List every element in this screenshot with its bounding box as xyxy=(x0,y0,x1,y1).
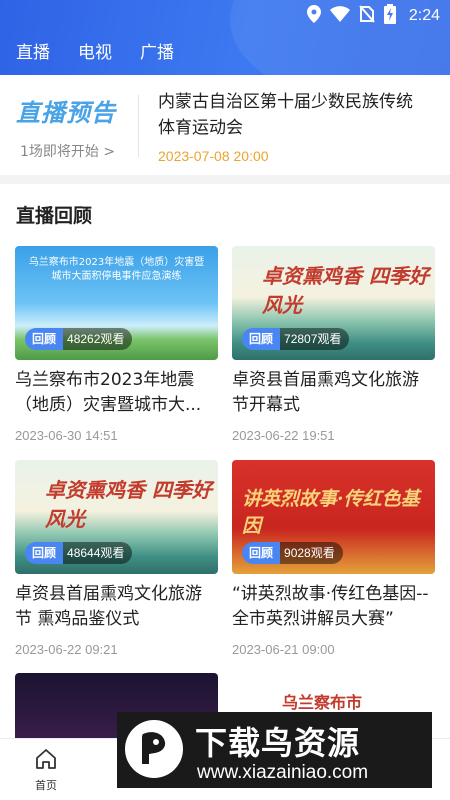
watermark-title: 下载鸟资源 xyxy=(195,724,361,762)
view-count: 48644观看 xyxy=(63,542,133,564)
live-preview-logo: 直播预告 xyxy=(16,98,116,127)
view-count: 72807观看 xyxy=(280,328,350,350)
replay-tag: 回顾 xyxy=(242,542,281,564)
section-gap xyxy=(0,175,450,184)
wifi-icon xyxy=(329,6,350,26)
replay-tag: 回顾 xyxy=(242,328,281,350)
thumbnail-calligraphy: 卓资熏鸡香 四季好风光 xyxy=(262,264,429,317)
preview-event-time: 2023-07-08 20:00 xyxy=(158,148,269,164)
preview-event-title[interactable]: 内蒙古自治区第十届少数民族传统体育运动会 xyxy=(158,89,428,141)
replay-card[interactable]: 卓资熏鸡香 四季好风光 回顾 48644观看 卓资县首届熏鸡文化旅游节 熏鸡品鉴… xyxy=(15,460,218,657)
watermark-overlay: 下载鸟资源 www.xiazainiao.com xyxy=(117,712,432,788)
thumbnail-calligraphy: 卓资熏鸡香 四季好风光 xyxy=(45,478,212,531)
view-count: 9028观看 xyxy=(280,542,343,564)
tab-home[interactable]: 首页 xyxy=(24,747,68,793)
preview-divider xyxy=(138,95,139,157)
views-badge: 回顾 9028观看 xyxy=(242,542,343,564)
views-badge: 回顾 72807观看 xyxy=(242,328,350,350)
no-sim-icon xyxy=(359,5,375,27)
replay-thumbnail[interactable]: 讲英烈故事·传红色基因 回顾 9028观看 xyxy=(232,460,435,574)
location-icon xyxy=(306,5,321,27)
replay-card[interactable]: 讲英烈故事·传红色基因 回顾 9028观看 “讲英烈故事·传红色基因--全市英烈… xyxy=(232,460,435,657)
view-count: 48262观看 xyxy=(63,328,133,350)
upcoming-count-link[interactable]: 1场即将开始 > xyxy=(20,141,115,161)
replay-date: 2023-06-21 09:00 xyxy=(232,642,335,657)
top-nav: 直播 电视 广播 xyxy=(16,38,174,63)
bird-logo-icon xyxy=(125,720,183,778)
tab-live[interactable]: 直播 xyxy=(16,38,50,63)
replay-card[interactable]: 卓资熏鸡香 四季好风光 回顾 72807观看 卓资县首届熏鸡文化旅游节开幕式 2… xyxy=(232,246,435,443)
home-icon xyxy=(34,749,58,775)
replay-tag: 回顾 xyxy=(25,542,64,564)
replay-title[interactable]: “讲英烈故事·传红色基因--全市英烈讲解员大赛” xyxy=(232,582,435,632)
status-time: 2:24 xyxy=(408,7,440,24)
replay-date: 2023-06-22 09:21 xyxy=(15,642,118,657)
tab-home-label: 首页 xyxy=(35,779,57,792)
thumbnail-text: 乌兰察布市 xyxy=(282,693,363,712)
views-badge: 回顾 48262观看 xyxy=(25,328,133,350)
thumbnail-text: 乌兰察布市2023年地震（地质）灾害暨城市大面积停电事件应急演练 xyxy=(28,257,205,282)
replay-title[interactable]: 卓资县首届熏鸡文化旅游节开幕式 xyxy=(232,368,435,418)
watermark-url: www.xiazainiao.com xyxy=(197,762,369,783)
replay-section-title: 直播回顾 xyxy=(16,205,93,227)
thumbnail-calligraphy: 讲英烈故事·传红色基因 xyxy=(242,488,420,537)
replay-thumbnail[interactable]: 卓资熏鸡香 四季好风光 回顾 72807观看 xyxy=(232,246,435,360)
replay-card[interactable]: 乌兰察布市2023年地震（地质）灾害暨城市大面积停电事件应急演练 回顾 4826… xyxy=(15,246,218,443)
replay-title[interactable]: 卓资县首届熏鸡文化旅游节 熏鸡品鉴仪式 xyxy=(15,582,218,632)
tab-tv[interactable]: 电视 xyxy=(78,38,112,63)
replay-date: 2023-06-22 19:51 xyxy=(232,428,335,443)
replay-title[interactable]: 乌兰察布市2023年地震（地质）灾害暨城市大... xyxy=(15,368,218,418)
views-badge: 回顾 48644观看 xyxy=(25,542,133,564)
replay-date: 2023-06-30 14:51 xyxy=(15,428,118,443)
status-bar: 2:24 xyxy=(306,0,440,32)
replay-thumbnail[interactable]: 乌兰察布市2023年地震（地质）灾害暨城市大面积停电事件应急演练 回顾 4826… xyxy=(15,246,218,360)
live-preview-banner[interactable]: 直播预告 1场即将开始 > 内蒙古自治区第十届少数民族传统体育运动会 2023-… xyxy=(0,75,450,175)
replay-tag: 回顾 xyxy=(25,328,64,350)
tab-radio[interactable]: 广播 xyxy=(140,38,174,63)
app-header: 2:24 直播 电视 广播 xyxy=(0,0,450,75)
battery-charging-icon xyxy=(383,4,396,28)
replay-thumbnail[interactable]: 卓资熏鸡香 四季好风光 回顾 48644观看 xyxy=(15,460,218,574)
